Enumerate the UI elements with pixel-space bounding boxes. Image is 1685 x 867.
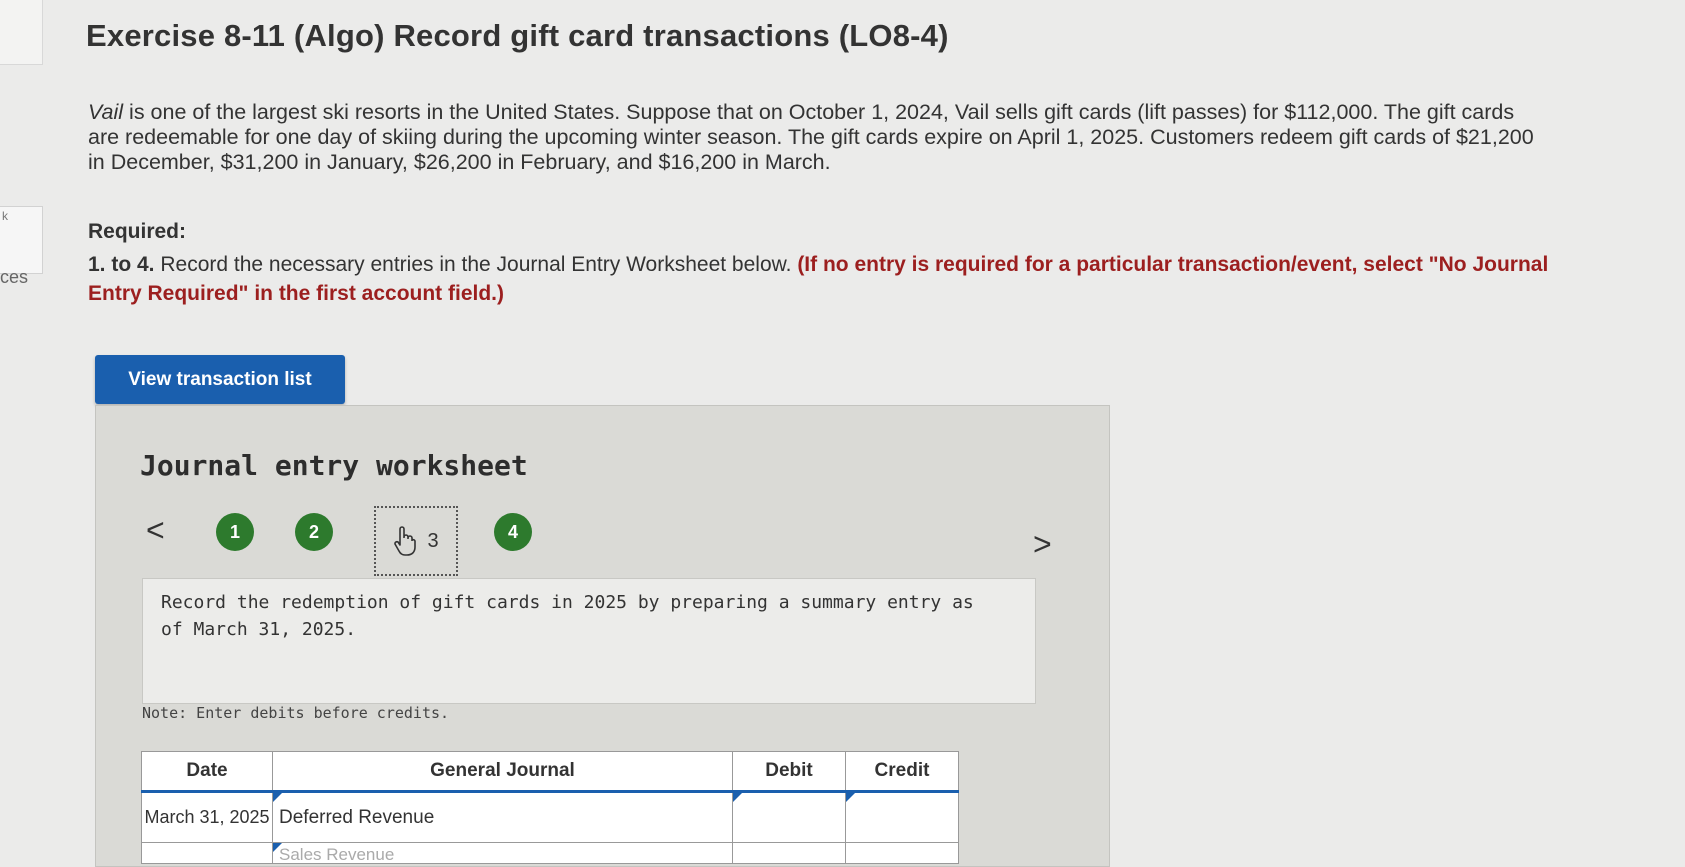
credit-header: Credit — [845, 751, 959, 793]
hand-pointer-icon — [394, 526, 417, 556]
intro-text: is one of the largest ski resorts in the… — [88, 100, 1534, 174]
next-arrow-icon[interactable]: > — [1033, 528, 1052, 560]
step-3-current[interactable]: 3 — [374, 506, 458, 576]
general-journal-header: General Journal — [272, 751, 733, 793]
journal-table: Date General Journal Debit Credit March … — [141, 751, 959, 864]
debits-note: Note: Enter debits before credits. — [142, 704, 450, 722]
date-cell: March 31, 2025 — [141, 791, 273, 843]
page-title: Exercise 8-11 (Algo) Record gift card tr… — [86, 18, 949, 53]
sidebar-card[interactable]: k ces — [0, 206, 43, 287]
task-description-box: Record the redemption of gift cards in 2… — [142, 578, 1036, 704]
problem-intro: Vail is one of the largest ski resorts i… — [88, 100, 1548, 175]
account-cell[interactable] — [272, 791, 733, 843]
credit-cell[interactable] — [845, 842, 959, 864]
instructions-text: Record the necessary entries in the Jour… — [154, 253, 798, 276]
debit-header: Debit — [732, 751, 846, 793]
view-transaction-list-button[interactable]: View transaction list — [95, 355, 345, 404]
input-marker-icon — [846, 793, 855, 802]
input-marker-icon — [733, 793, 742, 802]
debit-cell[interactable] — [732, 842, 846, 864]
account-select[interactable] — [273, 793, 732, 842]
prev-arrow-icon[interactable]: < — [146, 514, 165, 546]
sidebar-top-panel — [0, 0, 43, 65]
account-select[interactable]: Sales Revenue — [279, 845, 394, 865]
required-heading: Required: — [88, 220, 187, 243]
date-cell — [141, 842, 273, 864]
dropdown-marker-icon — [273, 793, 282, 802]
table-row: March 31, 2025 — [141, 791, 959, 843]
instructions-prefix: 1. to 4. — [88, 253, 155, 276]
debit-input[interactable] — [733, 793, 845, 842]
credit-input[interactable] — [846, 793, 958, 842]
task-description: Record the redemption of gift cards in 2… — [161, 592, 974, 640]
company-name: Vail — [88, 100, 124, 124]
step-4-button[interactable]: 4 — [494, 513, 532, 551]
step-1-button[interactable]: 1 — [216, 513, 254, 551]
date-header: Date — [141, 751, 273, 793]
worksheet-title: Journal entry worksheet — [140, 449, 528, 482]
account-cell[interactable]: Sales Revenue — [272, 842, 733, 865]
sidebar-label: ces — [0, 267, 29, 287]
sidebar-mark: k — [2, 209, 8, 223]
credit-cell[interactable] — [845, 791, 959, 843]
step-2-button[interactable]: 2 — [295, 513, 333, 551]
journal-worksheet-panel: Journal entry worksheet < 1 2 3 4 > Reco… — [95, 405, 1110, 867]
table-row: Sales Revenue — [141, 842, 959, 865]
step-3-label: 3 — [427, 529, 439, 552]
debit-cell[interactable] — [732, 791, 846, 843]
instructions: 1. to 4. Record the necessary entries in… — [88, 250, 1588, 308]
